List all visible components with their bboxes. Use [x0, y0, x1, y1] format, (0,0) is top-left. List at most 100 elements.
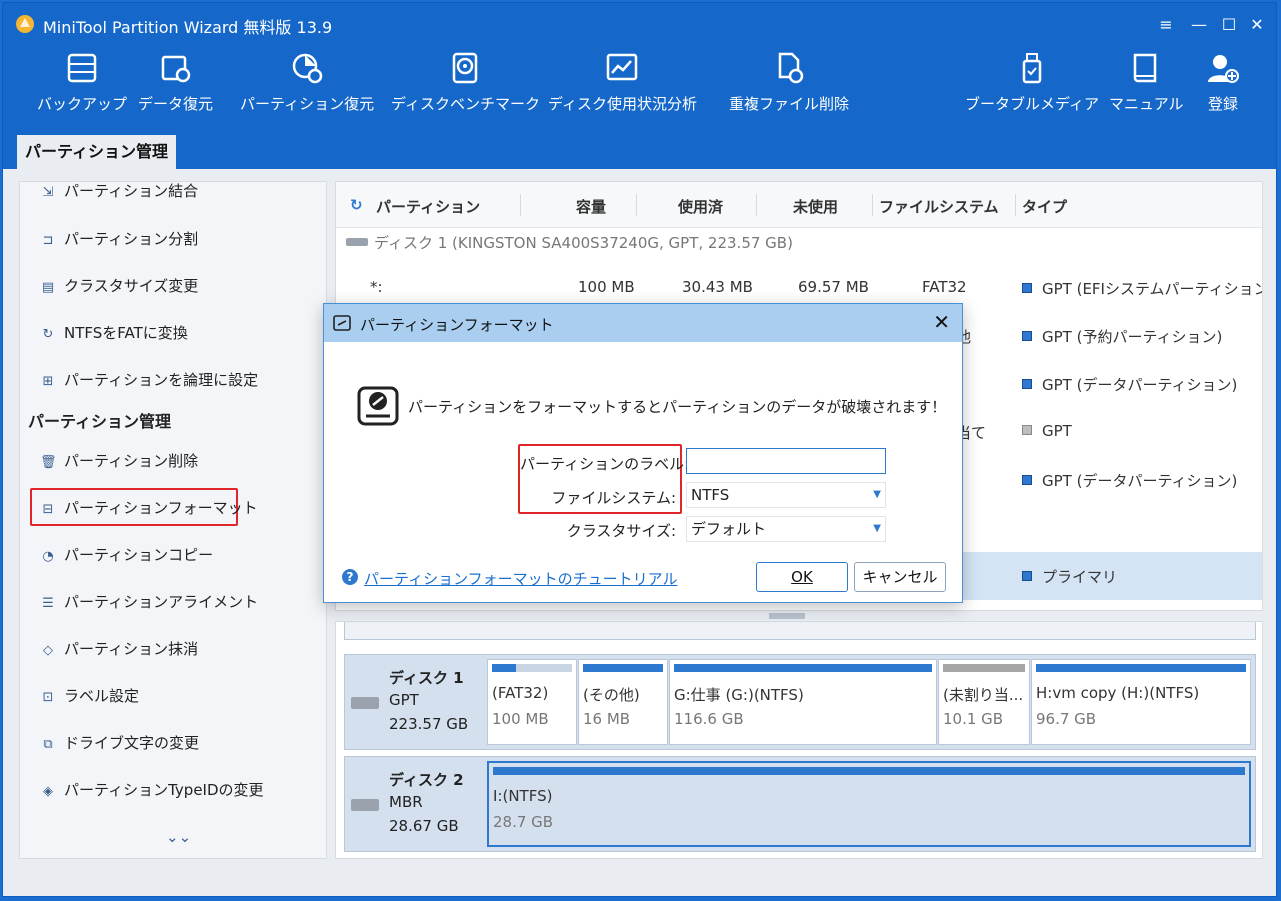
partition-block[interactable]: H:vm copy (H:)(NTFS) 96.7 GB — [1031, 659, 1251, 745]
chevron-down-icon: ▼ — [873, 489, 881, 500]
format-partition-dialog: パーティションフォーマット ✕ パーティションをフォーマットするとパーティション… — [323, 303, 963, 603]
disk-card-1[interactable]: ディスク 1 GPT 223.57 GB (FAT32) 100 MB (その他… — [344, 654, 1256, 750]
usage-bar — [1036, 664, 1246, 672]
ok-button[interactable]: OK — [756, 562, 848, 592]
sidebar-item-align[interactable]: ☰ パーティションアライメント — [40, 589, 258, 615]
close-icon[interactable]: ✕ — [933, 310, 950, 334]
toolbar-manual-button[interactable]: マニュアル — [1109, 51, 1184, 114]
label-icon: ⊡ — [42, 690, 54, 705]
cluster-size-label: クラスタサイズ: — [566, 522, 676, 540]
copy-icon: ◔ — [42, 549, 54, 564]
pane-splitter[interactable] — [769, 613, 805, 619]
usage-fill — [583, 664, 663, 672]
sidebar-item-label: ラベル設定 — [64, 687, 140, 705]
menu-icon[interactable]: ≡ — [1152, 11, 1180, 39]
toolbar-backup-button[interactable]: バックアップ — [37, 51, 127, 114]
toolbar-register-button[interactable]: 登録 — [1206, 51, 1240, 114]
toolbar-space-analyzer-button[interactable]: ディスク使用状況分析 — [548, 51, 697, 114]
help-icon[interactable]: ? — [342, 569, 358, 585]
sidebar-item-cluster-size[interactable]: ▤ クラスタサイズ変更 — [40, 273, 198, 299]
close-window-button[interactable]: ✕ — [1243, 11, 1271, 39]
partition-block[interactable]: G:仕事 (G:)(NTFS) 116.6 GB — [669, 659, 937, 745]
sidebar-item-merge[interactable]: ⇲ パーティション結合 — [40, 182, 199, 204]
app-logo-icon — [16, 15, 34, 33]
sidebar-item-copy[interactable]: ◔ パーティションコピー — [40, 542, 213, 568]
title-bar: MiniTool Partition Wizard 無料版 13.9 ≡ — ☐… — [3, 3, 1276, 47]
dialog-title-bar: パーティションフォーマット ✕ — [324, 304, 962, 342]
usage-bar — [943, 664, 1025, 672]
sidebar-item-split[interactable]: ⊐ パーティション分割 — [40, 226, 199, 252]
column-unused[interactable]: 未使用 — [793, 196, 838, 217]
column-partition[interactable]: パーティション — [376, 196, 480, 217]
filesystem-value: NTFS — [691, 486, 730, 504]
partition-recovery-icon — [292, 53, 323, 84]
expand-more-icon[interactable]: ⌄⌄ — [166, 828, 191, 846]
cluster-size-icon: ▤ — [41, 280, 55, 295]
disk-warning-icon — [357, 386, 399, 426]
column-filesystem[interactable]: ファイルシステム — [879, 196, 999, 217]
column-used[interactable]: 使用済 — [678, 196, 723, 217]
usage-bar — [493, 767, 1245, 775]
column-type[interactable]: タイプ — [1022, 196, 1067, 217]
disk-benchmark-icon — [453, 52, 478, 84]
partition-block[interactable]: (FAT32) 100 MB — [487, 659, 577, 745]
column-capacity[interactable]: 容量 — [576, 196, 606, 217]
partition-block-selected[interactable]: I:(NTFS) 28.7 GB — [487, 761, 1251, 847]
partition-label: (その他) — [583, 686, 640, 704]
disk-icon — [351, 697, 379, 709]
cell-filesystem: FAT32 — [922, 278, 967, 296]
sidebar-item-label: パーティション結合 — [64, 182, 199, 200]
warning-message: パーティションをフォーマットするとパーティションのデータが破壊されます！ — [408, 398, 947, 416]
type-square-icon — [1022, 475, 1032, 485]
disk-card-2[interactable]: ディスク 2 MBR 28.67 GB I:(NTFS) 28.7 GB — [344, 756, 1256, 852]
toolbar-disk-benchmark-button[interactable]: ディスクベンチマーク — [391, 51, 540, 114]
sidebar-item-delete[interactable]: 🗑 パーティション削除 — [40, 448, 198, 474]
toolbar-partition-recovery-button[interactable]: パーティション復元 — [240, 51, 374, 114]
toolbar-label: バックアップ — [37, 95, 128, 113]
usage-fill — [492, 664, 516, 672]
cell-type-text: GPT (EFIシステムパーティション) — [1042, 280, 1263, 298]
format-icon: ⊟ — [42, 502, 54, 517]
disk-icon — [346, 238, 368, 246]
type-square-icon — [1022, 331, 1032, 341]
usage-fill — [674, 664, 932, 672]
toolbar-data-recovery-button[interactable]: データ復元 — [138, 51, 213, 114]
type-square-icon — [1022, 379, 1032, 389]
cluster-size-value: デフォルト — [691, 520, 767, 538]
type-square-icon — [1022, 571, 1032, 581]
toolbar-label: ディスクベンチマーク — [391, 95, 540, 113]
window-title: MiniTool Partition Wizard 無料版 13.9 — [43, 18, 333, 37]
sidebar-item-format[interactable]: ⊟ パーティションフォーマット — [40, 495, 258, 521]
sidebar-item-convert[interactable]: ↻ NTFSをFATに変換 — [40, 320, 188, 346]
toolbar-bootable-media-button[interactable]: ブータブルメディア — [965, 51, 1099, 114]
partition-block[interactable]: (その他) 16 MB — [578, 659, 668, 745]
disk-1-header[interactable]: ディスク 1 (KINGSTON SA400S37240G, GPT, 223.… — [346, 232, 793, 253]
filesystem-select[interactable]: NTFS ▼ — [686, 482, 886, 508]
column-divider — [872, 194, 873, 216]
sidebar-item-typeid[interactable]: ◈ パーティションTypeIDの変更 — [40, 777, 264, 803]
sidebar-item-label-set[interactable]: ⊡ ラベル設定 — [40, 683, 139, 709]
tutorial-link[interactable]: パーティションフォーマットのチュートリアル — [364, 568, 678, 589]
filesystem-label: ファイルシステム: — [551, 489, 676, 507]
sidebar-item-label: パーティション抹消 — [64, 640, 199, 658]
disk-map: ディスク 1 GPT 223.57 GB (FAT32) 100 MB (その他… — [335, 621, 1263, 859]
minimize-button[interactable]: — — [1185, 11, 1213, 39]
maximize-button[interactable]: ☐ — [1215, 11, 1243, 39]
sidebar-item-drive-letter[interactable]: ⧉ ドライブ文字の変更 — [40, 730, 199, 756]
tab-partition-management[interactable]: パーティション管理 — [17, 135, 177, 169]
cluster-size-select[interactable]: デフォルト ▼ — [686, 516, 886, 542]
usage-fill — [1036, 664, 1246, 672]
disk-info: ディスク 1 GPT 223.57 GB — [345, 655, 485, 749]
sidebar-item-wipe[interactable]: ◇ パーティション抹消 — [40, 636, 198, 662]
split-icon: ⊐ — [42, 233, 54, 248]
register-icon — [1208, 55, 1239, 83]
disk-name: ディスク 1 — [389, 669, 464, 687]
partition-label: (未割り当... — [943, 686, 1024, 704]
partition-block-unallocated[interactable]: (未割り当... 10.1 GB — [938, 659, 1030, 745]
refresh-icon[interactable]: ↻ — [350, 196, 363, 214]
cancel-button[interactable]: キャンセル — [854, 562, 946, 592]
cell-used: 30.43 MB — [682, 278, 753, 296]
partition-label-input[interactable] — [686, 448, 886, 474]
sidebar-item-set-logical[interactable]: ⊞ パーティションを論理に設定 — [40, 367, 259, 393]
toolbar-duplicate-file-button[interactable]: 重複ファイル削除 — [729, 51, 849, 114]
